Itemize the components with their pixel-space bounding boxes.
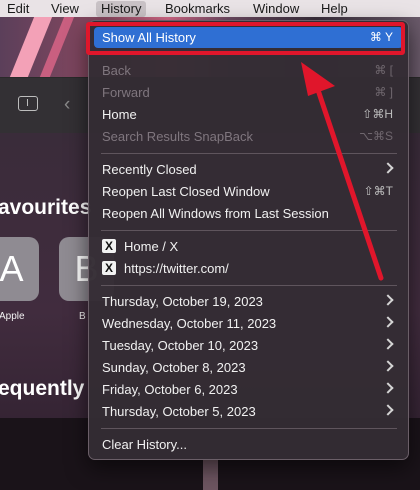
history-site-twitter[interactable]: X https://twitter.com/ [94, 258, 403, 279]
reopen-last-closed-window-item[interactable]: Reopen Last Closed Window ⇧⌘T [94, 181, 403, 202]
menu-help[interactable]: Help [316, 1, 353, 17]
favourite-tile-apple[interactable]: A [0, 237, 39, 301]
favourite-tile-label: B [79, 311, 86, 322]
menu-separator [101, 428, 397, 429]
menu-item-label: Back [102, 63, 131, 78]
history-day-item[interactable]: Wednesday, October 11, 2023 [94, 313, 403, 334]
home-item[interactable]: Home ⇧⌘H [94, 104, 403, 125]
back-chevron-icon[interactable]: ‹ [64, 94, 70, 116]
clear-history-item[interactable]: Clear History... [94, 434, 403, 455]
menu-item-shortcut: ⇧⌘H [362, 107, 393, 121]
menu-item-label: Wednesday, October 11, 2023 [102, 316, 277, 331]
sidebar-toggle-icon[interactable] [18, 96, 38, 111]
menu-item-label: Tuesday, October 10, 2023 [102, 338, 259, 353]
menu-separator [101, 230, 397, 231]
search-results-snapback-item[interactable]: Search Results SnapBack ⌥⌘S [94, 126, 403, 147]
menu-bar: Edit View History Bookmarks Window Help [0, 0, 420, 17]
menu-item-label: Home / X [124, 239, 179, 254]
favourites-heading: avourites [0, 196, 92, 219]
chevron-right-icon [382, 360, 394, 372]
menu-item-label: Thursday, October 5, 2023 [102, 404, 256, 419]
recently-closed-item[interactable]: Recently Closed [94, 159, 403, 180]
x-logo-icon: X [102, 261, 116, 275]
menu-item-shortcut: ⌘ ] [374, 85, 393, 99]
menu-item-label: Reopen Last Closed Window [102, 184, 270, 199]
chevron-right-icon [382, 316, 394, 328]
menu-item-label: Search Results SnapBack [102, 129, 254, 144]
chevron-right-icon [382, 382, 394, 394]
wallpaper-post [203, 460, 218, 490]
frequently-visited-heading: equently [0, 377, 85, 400]
history-day-item[interactable]: Thursday, October 5, 2023 [94, 401, 403, 422]
menu-item-label: Forward [102, 85, 150, 100]
menu-edit[interactable]: Edit [2, 1, 34, 17]
favourite-tile-label: Apple [0, 311, 25, 322]
chevron-right-icon [382, 294, 394, 306]
history-day-item[interactable]: Friday, October 6, 2023 [94, 379, 403, 400]
history-day-item[interactable]: Thursday, October 19, 2023 [94, 291, 403, 312]
menu-item-label: Thursday, October 19, 2023 [102, 294, 263, 309]
menu-item-shortcut: ⇧⌘T [363, 184, 393, 198]
menu-item-label: Clear History... [102, 437, 187, 452]
menu-item-label: https://twitter.com/ [124, 261, 229, 276]
history-site-home-x[interactable]: X Home / X [94, 236, 403, 257]
history-menu: Show All History ⌘ Y Back ⌘ [ Forward ⌘ … [88, 20, 409, 460]
reopen-all-windows-item[interactable]: Reopen All Windows from Last Session [94, 203, 403, 224]
menu-item-shortcut: ⌘ [ [374, 63, 393, 77]
menu-separator [101, 285, 397, 286]
menu-window[interactable]: Window [248, 1, 304, 17]
chevron-right-icon [382, 404, 394, 416]
annotation-highlight-box [86, 22, 405, 55]
x-logo-icon: X [102, 239, 116, 253]
menu-item-shortcut: ⌥⌘S [359, 129, 393, 143]
menu-separator [101, 153, 397, 154]
chevron-right-icon [382, 162, 394, 174]
menu-history[interactable]: History [96, 1, 147, 17]
back-item[interactable]: Back ⌘ [ [94, 60, 403, 81]
menu-item-label: Friday, October 6, 2023 [102, 382, 238, 397]
menu-item-label: Home [102, 107, 137, 122]
history-day-item[interactable]: Tuesday, October 10, 2023 [94, 335, 403, 356]
menu-item-label: Reopen All Windows from Last Session [102, 206, 329, 221]
menu-item-label: Sunday, October 8, 2023 [102, 360, 246, 375]
chevron-right-icon [382, 338, 394, 350]
forward-item[interactable]: Forward ⌘ ] [94, 82, 403, 103]
menu-item-label: Recently Closed [102, 162, 197, 177]
history-day-item[interactable]: Sunday, October 8, 2023 [94, 357, 403, 378]
menu-bookmarks[interactable]: Bookmarks [160, 1, 235, 17]
menu-view[interactable]: View [46, 1, 84, 17]
